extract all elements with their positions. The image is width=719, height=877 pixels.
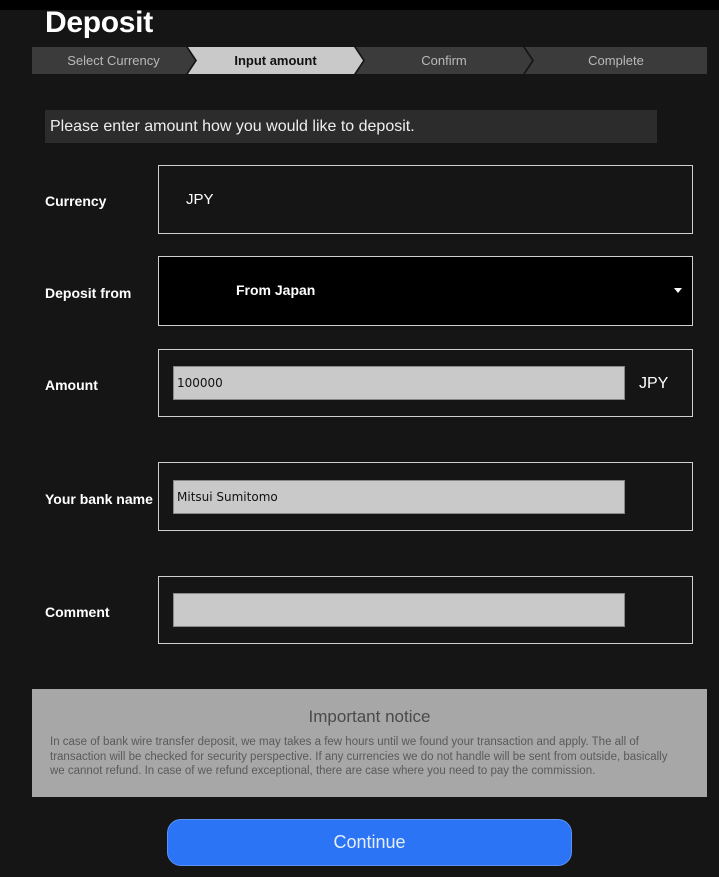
notice-body: In case of bank wire transfer deposit, w… — [50, 736, 668, 777]
step-select-currency: Select Currency — [32, 47, 195, 74]
comment-input[interactable] — [173, 593, 625, 627]
currency-value: JPY — [186, 191, 214, 208]
amount-input[interactable] — [173, 366, 625, 400]
deposit-from-label: Deposit from — [45, 285, 132, 301]
step-label: Input amount — [234, 53, 317, 68]
deposit-from-select[interactable]: From Japan — [158, 256, 693, 326]
deposit-from-selected-value: From Japan — [236, 282, 316, 298]
step-complete: Complete — [525, 47, 707, 74]
progress-stepper: Select Currency Input amount Confirm Com… — [32, 47, 707, 74]
instruction-banner: Please enter amount how you would like t… — [45, 110, 657, 143]
step-label: Select Currency — [67, 53, 160, 68]
step-label: Confirm — [421, 53, 467, 68]
bank-name-input[interactable] — [173, 480, 625, 514]
bank-name-field — [158, 462, 693, 531]
step-input-amount: Input amount — [188, 47, 363, 74]
comment-label: Comment — [45, 604, 110, 620]
bank-name-label: Your bank name — [45, 491, 153, 507]
amount-unit: JPY — [639, 375, 669, 392]
currency-field: JPY — [158, 165, 693, 234]
continue-button[interactable]: Continue — [167, 819, 572, 866]
amount-label: Amount — [45, 377, 98, 393]
currency-label: Currency — [45, 193, 107, 209]
chevron-down-icon — [674, 288, 682, 293]
comment-field — [158, 576, 693, 644]
step-label: Complete — [588, 53, 644, 68]
page-title: Deposit — [45, 6, 153, 39]
step-confirm: Confirm — [356, 47, 532, 74]
notice-title: Important notice — [308, 707, 431, 726]
amount-field: JPY — [158, 349, 693, 417]
important-notice: Important notice In case of bank wire tr… — [32, 689, 707, 797]
